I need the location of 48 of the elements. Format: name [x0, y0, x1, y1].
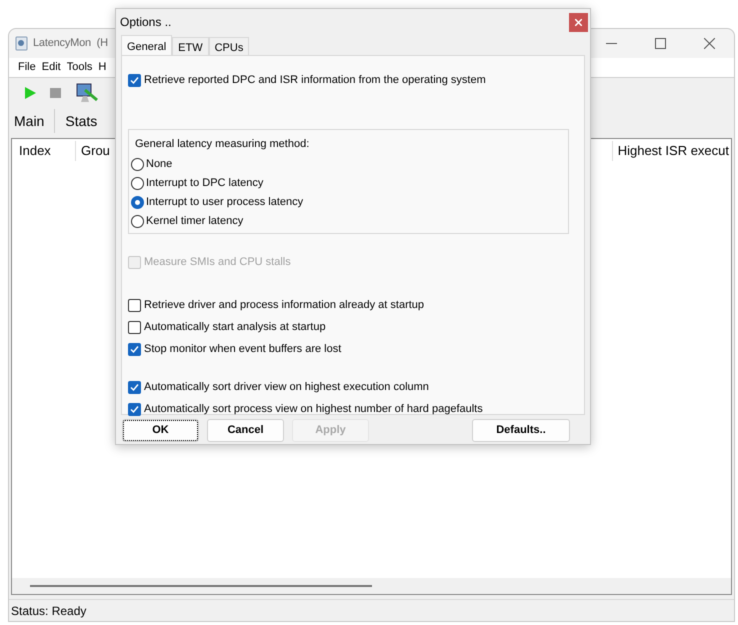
dialog-tab[interactable]: CPUs: [208, 37, 250, 55]
minimize-icon[interactable]: [606, 42, 617, 44]
radio-label: None: [146, 157, 172, 172]
dialog-button[interactable]: Defaults..: [472, 419, 570, 442]
menu-item[interactable]: Tools: [66, 59, 92, 76]
checkbox-label: Measure SMIs and CPU stalls: [144, 254, 291, 270]
maximize-icon[interactable]: [655, 38, 666, 49]
checkbox[interactable]: [128, 74, 141, 86]
window-title: LatencyMon (H: [33, 36, 108, 52]
checkbox[interactable]: [128, 298, 141, 312]
group-title: General latency measuring method:: [134, 138, 310, 150]
status-text: Status: Ready: [11, 602, 86, 620]
checkbox-label: Retrieve reported DPC and ISR information from the operating system: [144, 72, 486, 88]
column-header[interactable]: Grou: [76, 141, 110, 161]
view-tab[interactable]: Main: [14, 110, 44, 132]
dialog-button[interactable]: OK: [122, 419, 199, 442]
dialog-button[interactable]: Cancel: [207, 419, 284, 442]
close-button[interactable]: [569, 12, 588, 32]
close-icon[interactable]: [704, 38, 715, 49]
menu-item[interactable]: H: [98, 59, 106, 76]
dialog-tab[interactable]: General: [121, 35, 172, 55]
checkbox[interactable]: [128, 320, 141, 334]
checkbox[interactable]: [128, 342, 141, 356]
monitor-icon[interactable]: [75, 82, 99, 104]
horizontal-scrollbar[interactable]: [12, 578, 731, 594]
app-icon: [15, 36, 29, 52]
checkbox-label: Automatically start analysis at startup: [144, 320, 326, 335]
radio-label: Interrupt to DPC latency: [146, 176, 264, 192]
radio-button[interactable]: [131, 158, 144, 171]
column-header[interactable]: Index: [12, 141, 75, 161]
radio-button[interactable]: [131, 177, 144, 190]
checkbox-label: Retrieve driver and process information already at startup: [144, 298, 424, 313]
close-icon: [575, 18, 582, 26]
checkbox[interactable]: [128, 402, 141, 416]
menu-item[interactable]: File: [18, 59, 36, 76]
menu-item[interactable]: Edit: [42, 59, 61, 76]
checkbox-label: Automatically sort driver view on highest execution column: [144, 380, 429, 395]
radio-label: Interrupt to user process latency: [146, 195, 304, 210]
dialog-tab[interactable]: ETW: [172, 37, 209, 55]
view-tab[interactable]: Stats: [65, 110, 98, 132]
dialog-title: Options ..: [120, 14, 172, 31]
radio-label: Kernel timer latency: [146, 214, 244, 230]
radio-button[interactable]: [131, 196, 144, 209]
checkbox-label: Stop monitor when event buffers are lost: [144, 342, 342, 357]
checkbox[interactable]: [128, 380, 141, 394]
radio-button[interactable]: [131, 215, 144, 228]
column-header[interactable]: Highest ISR execut: [612, 141, 731, 161]
checkbox-label: Automatically sort process view on highest number of hard pagefaults: [144, 402, 483, 417]
